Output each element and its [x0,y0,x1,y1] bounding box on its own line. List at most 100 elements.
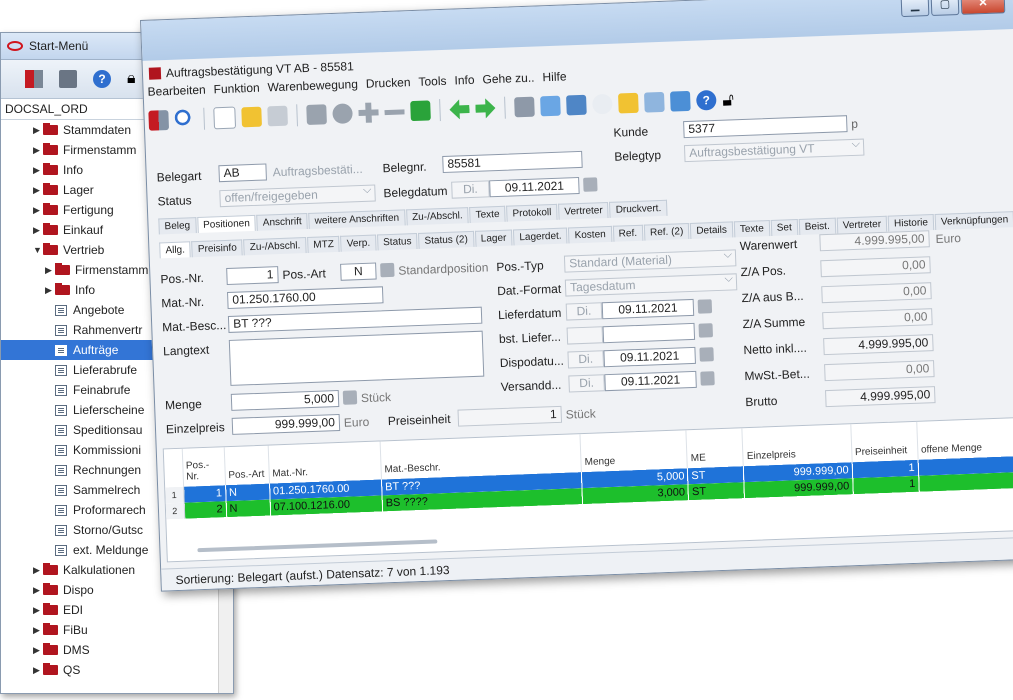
grid-column-header[interactable]: Einzelpreis [742,424,852,467]
belegtyp-select[interactable]: Auftragsbestätigung VT [683,138,865,163]
belegdatum-field[interactable]: 09.11.2021 [489,177,580,198]
tree-item[interactable]: ▶ QS [1,660,233,680]
folder-icon[interactable] [566,94,587,116]
posnr-field[interactable]: 1 [226,266,279,285]
main-tab[interactable]: Texte [469,205,506,224]
grid-cell-matnr[interactable]: 07.100.1216.00 [269,495,383,516]
calendar-icon[interactable] [583,177,598,192]
menu-item[interactable]: Warenbewegung [267,77,358,94]
expand-arrow-icon[interactable]: ▶ [33,660,40,680]
versanddatum-field[interactable]: 09.11.2021 [604,370,697,392]
pos-tab[interactable]: Ref. (2) [643,223,690,241]
pos-tab[interactable]: Status [376,232,418,251]
search-icon[interactable] [174,109,196,130]
grid-column-header[interactable]: Pos.-Art [223,445,270,486]
expand-arrow-icon[interactable]: ▶ [45,260,52,280]
lock-yellow-icon[interactable] [618,92,639,114]
lieferdatum-field[interactable]: 09.11.2021 [601,298,695,320]
pos-tab[interactable]: Kosten [568,225,612,244]
main-tab[interactable]: Anschrift [256,212,308,231]
edit-icon[interactable] [241,106,262,128]
expand-arrow-icon[interactable]: ▶ [33,580,40,600]
horizontal-scrollbar[interactable] [197,539,438,553]
pos-tab[interactable]: Status (2) [418,230,475,249]
menu-item[interactable]: Gehe zu.. [482,71,535,87]
info-icon[interactable]: ? [695,89,717,111]
copy-icon[interactable] [267,105,288,127]
tree-item[interactable]: ▶ EDI [1,600,233,620]
pos-tab[interactable]: MTZ [307,235,341,254]
unlock-icon[interactable]: 🔓︎ [722,89,743,109]
calculator-icon[interactable] [59,70,77,88]
pos-tab[interactable]: Allg. [159,241,192,259]
posart-lookup-icon[interactable] [380,262,395,278]
grid-column-header[interactable]: Pos.-Nr. [181,447,226,487]
grid-cell-preiseinheit[interactable]: 1 [852,475,920,495]
grid-cell-offen[interactable] [918,472,1013,492]
expand-arrow-icon[interactable]: ▶ [33,140,40,160]
expand-arrow-icon[interactable]: ▶ [45,280,52,300]
menu-item[interactable]: Info [454,73,475,88]
exit-icon[interactable] [25,70,43,88]
pos-tab[interactable]: Vertreter [836,215,888,234]
expand-arrow-icon[interactable]: ▶ [33,200,40,220]
grid-cell-menge[interactable]: 3,000 [582,484,689,505]
minimize-button[interactable]: ▁ [900,0,930,18]
close-button[interactable]: ✕ [960,0,1006,15]
pos-tab[interactable]: Set [770,219,799,237]
pos-tab[interactable]: Preisinfo [191,239,244,258]
einzelpreis-field[interactable]: 999.999,00 [231,413,341,435]
menu-item[interactable]: Drucken [366,75,411,91]
expand-arrow-icon[interactable]: ▶ [33,120,40,140]
exit-icon[interactable] [148,110,170,131]
collapse-arrow-icon[interactable]: ▼ [33,240,42,260]
dispodatum-field[interactable]: 09.11.2021 [603,346,696,368]
grid-cell-posart[interactable]: N [225,499,271,518]
arrow-right-icon[interactable] [475,98,496,119]
menu-item[interactable]: Hilfe [542,69,567,84]
main-tab[interactable]: Zu-/Abschl. [405,207,469,226]
cancel-icon[interactable] [332,103,353,124]
main-tab[interactable]: Beleg [158,217,197,235]
expand-arrow-icon[interactable]: ▶ [33,160,40,180]
bstliefer-field[interactable] [602,322,696,344]
pos-tab[interactable]: Ref. [612,224,644,242]
preiseinheit-field[interactable]: 1 [457,405,563,427]
expand-arrow-icon[interactable]: ▶ [33,620,40,640]
main-tab[interactable]: Positionen [196,214,257,234]
grid-cell-posnr[interactable]: 1 [183,485,226,503]
grid-cell-posnr[interactable]: 2 [183,501,227,519]
grid-column-header[interactable]: Menge [580,430,688,473]
grid-column-header[interactable]: Mat.-Nr. [267,441,382,484]
arrow-left-icon[interactable] [449,99,470,120]
main-tab[interactable]: Vertreter [558,201,610,220]
versanddatum-calendar-icon[interactable] [700,371,715,386]
menu-item[interactable]: Bearbeiten [147,83,206,99]
pos-tab[interactable]: Lagerdet. [513,227,568,246]
pos-tab[interactable]: Details [690,221,734,239]
pos-tab[interactable]: Beist. [798,217,837,235]
posart-field[interactable]: N [340,262,377,281]
belegart-code-field[interactable]: AB [218,163,267,183]
menu-item[interactable]: Funktion [213,81,260,97]
datformat-select[interactable]: Tagesdatum [564,273,738,297]
tree-item[interactable]: ▶ DMS [1,640,233,660]
status-select[interactable]: offen/freigegeben [219,184,376,208]
stack-icon[interactable] [669,90,691,112]
grid-column-header[interactable]: Preiseinheit [850,421,918,463]
kunde-field[interactable]: 5377 [683,115,848,139]
grid-cell-einzelpreis[interactable]: 999.999,00 [744,478,853,499]
grid-cell-me[interactable]: ST [688,482,745,501]
lightbulb-icon[interactable] [592,93,613,115]
new-document-icon[interactable] [213,106,237,130]
expand-arrow-icon[interactable]: ▶ [33,600,40,620]
pos-tab[interactable]: Texte [733,220,771,238]
postyp-select[interactable]: Standard (Material) [563,249,737,273]
lieferdatum-calendar-icon[interactable] [697,299,713,314]
dispodatum-calendar-icon[interactable] [699,347,714,362]
main-tab[interactable]: Protokoll [506,203,558,222]
add-icon[interactable] [358,102,379,124]
pos-tab[interactable]: Lager [474,229,513,247]
pos-tab[interactable]: Zu-/Abschl. [243,237,307,256]
pos-tab[interactable]: Verknüpfungen [934,211,1013,231]
